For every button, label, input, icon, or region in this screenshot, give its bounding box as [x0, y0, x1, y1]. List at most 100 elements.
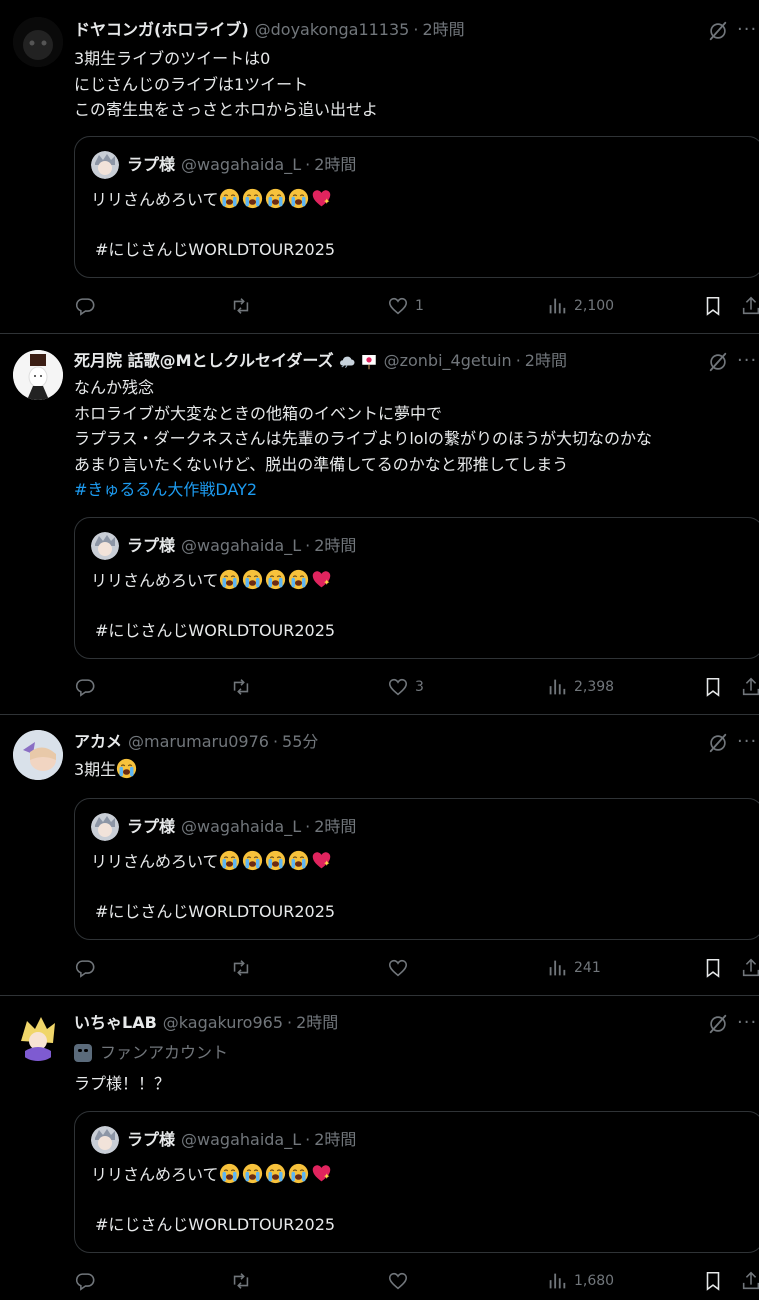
crying-emoji	[288, 188, 309, 209]
avatar[interactable]	[13, 17, 63, 67]
handle[interactable]: @doyakonga11135	[255, 19, 410, 41]
views-button[interactable]: 2,398	[546, 674, 614, 700]
like-button[interactable]	[387, 1268, 415, 1294]
more-icon[interactable]: ···	[737, 21, 757, 44]
more-icon[interactable]: ···	[737, 352, 757, 375]
display-name[interactable]: アカメ	[74, 731, 122, 753]
action-bar: 241	[74, 955, 759, 981]
quote-tweet[interactable]: ラプ様 @wagahaida_L · 2時間 リリさんめろいて #にじさんじWO…	[74, 517, 759, 659]
quote-timestamp: 2時間	[314, 817, 357, 836]
hashtag-link[interactable]: #きゅるるん大作戦DAY2	[74, 477, 747, 503]
retweet-button[interactable]	[230, 674, 252, 700]
avatar[interactable]	[13, 1011, 63, 1061]
quote-handle: @wagahaida_L	[181, 155, 302, 174]
share-button[interactable]	[740, 955, 759, 981]
separator: ·	[305, 817, 311, 836]
tweet-text: ラプ様！！？	[74, 1071, 747, 1097]
display-name[interactable]: 死月院 話歌@Mとしクルセイダーズ	[74, 350, 334, 372]
quote-tweet[interactable]: ラプ様 @wagahaida_L · 2時間 リリさんめろいて #にじさんじWO…	[74, 798, 759, 940]
grok-icon[interactable]	[707, 20, 729, 42]
like-button[interactable]: 3	[387, 674, 424, 700]
bookmark-icon	[702, 957, 724, 979]
quote-hashtag[interactable]: #にじさんじWORLDTOUR2025	[95, 620, 335, 642]
grok-icon[interactable]	[707, 351, 729, 373]
display-name[interactable]: ドヤコンガ(ホロライブ)	[74, 19, 249, 41]
bookmark-button[interactable]	[702, 955, 724, 981]
quote-handle: @wagahaida_L	[181, 536, 302, 555]
quote-hashtag[interactable]: #にじさんじWORLDTOUR2025	[95, 239, 335, 261]
like-button[interactable]	[387, 955, 415, 981]
tweet-line: ラプラス・ダークネスさんは先輩のライブよりlolの繋がりのほうが大切なのかな	[74, 429, 653, 448]
separator: ·	[305, 536, 311, 555]
crying-emoji	[265, 569, 286, 590]
tweet[interactable]: ドヤコンガ(ホロライブ) @doyakonga11135 · 2時間 ··· 3…	[0, 0, 759, 334]
quote-tweet[interactable]: ラプ様 @wagahaida_L · 2時間 リリさんめろいて #にじさんじWO…	[74, 136, 759, 278]
views-button[interactable]: 1,680	[546, 1268, 614, 1294]
crying-emoji	[219, 569, 240, 590]
reply-button[interactable]	[74, 674, 96, 700]
quote-handle: @wagahaida_L	[181, 817, 302, 836]
bookmark-button[interactable]	[702, 293, 724, 319]
display-name[interactable]: いちゃLAB	[74, 1012, 157, 1034]
quote-hashtag[interactable]: #にじさんじWORLDTOUR2025	[95, 1214, 335, 1236]
reply-button[interactable]	[74, 955, 96, 981]
grok-icon[interactable]	[707, 732, 729, 754]
timestamp[interactable]: 55分	[282, 731, 318, 753]
views-icon	[546, 676, 568, 698]
separator: ·	[272, 732, 279, 751]
separator: ·	[287, 1013, 293, 1032]
separator: ·	[515, 351, 521, 370]
tweet[interactable]: 死月院 話歌@Mとしクルセイダーズ @zonbi_4getuin · 2時間 ·…	[0, 334, 759, 715]
sparkling-heart-emoji	[311, 569, 332, 590]
timestamp[interactable]: 2時間	[422, 19, 464, 41]
share-icon	[740, 1270, 759, 1292]
avatar[interactable]	[13, 730, 63, 780]
avatar[interactable]	[13, 350, 63, 400]
reply-icon	[74, 957, 96, 979]
handle[interactable]: @zonbi_4getuin	[384, 350, 512, 372]
more-icon[interactable]: ···	[737, 733, 757, 756]
share-button[interactable]	[740, 674, 759, 700]
quote-text-content: リリさんめろいて	[91, 1165, 219, 1184]
like-count: 1	[415, 298, 424, 314]
tweet-text: なんか残念 ホロライブが大変なときの他箱のイベントに夢中で ラプラス・ダークネス…	[74, 375, 747, 503]
tweet[interactable]: アカメ @marumaru0976 · 55分 ··· 3期生 ラプ様 @wag…	[0, 715, 759, 996]
like-button[interactable]: 1	[387, 293, 424, 319]
quote-display-name: ラプ様	[127, 1130, 176, 1149]
sparkling-heart-emoji	[311, 188, 332, 209]
crying-emoji	[265, 1163, 286, 1184]
timestamp[interactable]: 2時間	[296, 1012, 338, 1034]
tweet[interactable]: いちゃLAB @kagakuro965 · 2時間 ··· ファンアカウント ラ…	[0, 996, 759, 1300]
quote-avatar	[91, 532, 119, 560]
retweet-button[interactable]	[230, 955, 252, 981]
share-button[interactable]	[740, 293, 759, 319]
bookmark-button[interactable]	[702, 674, 724, 700]
reply-button[interactable]	[74, 1268, 96, 1294]
views-button[interactable]: 241	[546, 955, 601, 981]
quote-timestamp: 2時間	[314, 536, 357, 555]
sparkling-heart-emoji	[311, 1163, 332, 1184]
handle[interactable]: @kagakuro965	[163, 1012, 283, 1034]
share-button[interactable]	[740, 1268, 759, 1294]
handle[interactable]: @marumaru0976	[128, 731, 269, 753]
retweet-button[interactable]	[230, 293, 252, 319]
grok-icon[interactable]	[707, 1013, 729, 1035]
quote-hashtag[interactable]: #にじさんじWORLDTOUR2025	[95, 901, 335, 923]
like-icon	[387, 957, 409, 979]
views-icon	[546, 295, 568, 317]
quote-tweet[interactable]: ラプ様 @wagahaida_L · 2時間 リリさんめろいて #にじさんじWO…	[74, 1111, 759, 1253]
more-icon[interactable]: ···	[737, 1014, 757, 1037]
crying-emoji	[219, 188, 240, 209]
timestamp[interactable]: 2時間	[525, 350, 567, 372]
action-bar: 1,680	[74, 1268, 759, 1294]
reply-icon	[74, 295, 96, 317]
share-icon	[740, 676, 759, 698]
bookmark-button[interactable]	[702, 1268, 724, 1294]
views-button[interactable]: 2,100	[546, 293, 614, 319]
quote-timestamp: 2時間	[314, 155, 357, 174]
reply-button[interactable]	[74, 293, 96, 319]
quote-text-content: リリさんめろいて	[91, 852, 219, 871]
retweet-button[interactable]	[230, 1268, 252, 1294]
retweet-icon	[230, 676, 252, 698]
quote-text: リリさんめろいて	[91, 1162, 334, 1187]
